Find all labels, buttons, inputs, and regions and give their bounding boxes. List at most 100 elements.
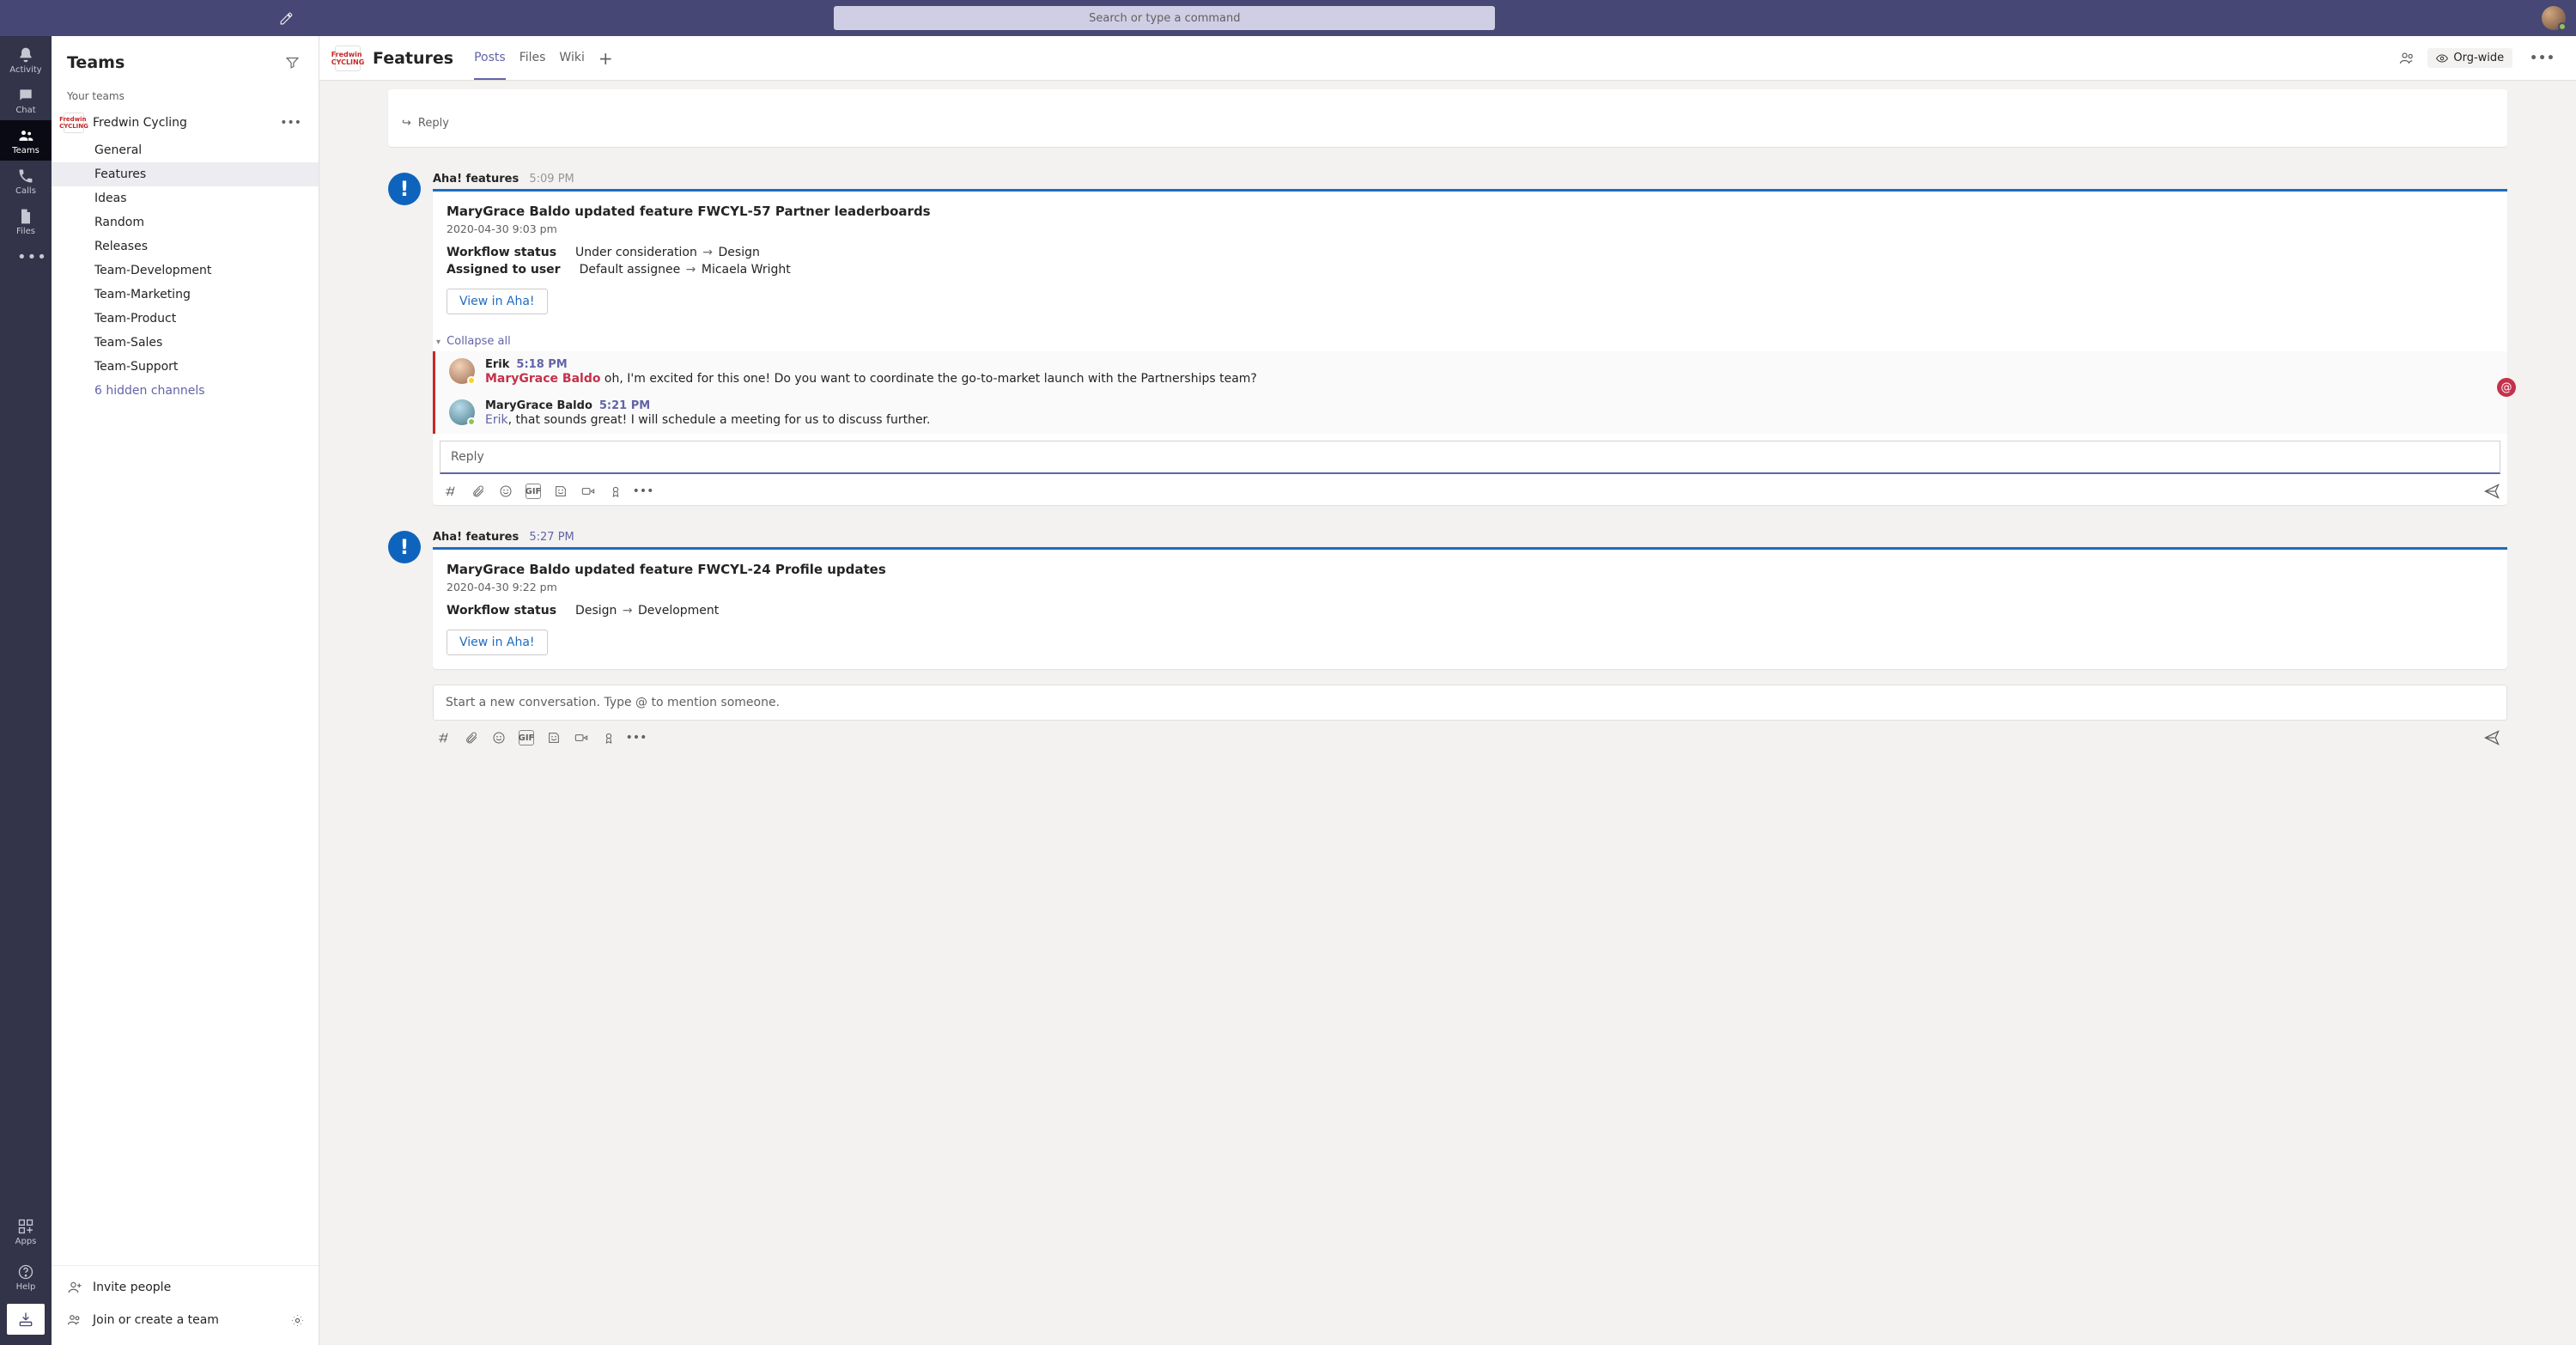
tab-files[interactable]: Files (519, 36, 546, 80)
channel-team-support[interactable]: Team-Support (52, 355, 319, 379)
reply-label: Reply (418, 117, 449, 130)
apps-icon (17, 1218, 34, 1235)
more-compose-icon[interactable]: ••• (629, 730, 644, 746)
format-icon[interactable] (436, 730, 452, 746)
aha-title: MaryGrace Baldo updated feature FWCYL-57… (447, 204, 2494, 219)
file-icon (17, 208, 34, 225)
channel-title: Features (373, 49, 453, 68)
sticker-icon[interactable] (553, 484, 568, 499)
tab-wiki[interactable]: Wiki (559, 36, 584, 80)
titlebar: Search or type a command (0, 0, 2576, 36)
teams-sidebar: Teams Your teams FredwinCYCLING Fredwin … (52, 36, 319, 1345)
team-row-fredwin[interactable]: FredwinCYCLING Fredwin Cycling ••• (52, 107, 319, 138)
teams-icon (17, 127, 34, 144)
caret-down-icon: ▾ (436, 338, 440, 347)
mention-badge[interactable]: @ (2497, 378, 2516, 397)
content-area: FredwinCYCLING Features Posts Files Wiki… (319, 36, 2576, 1345)
praise-icon[interactable] (608, 484, 623, 499)
avatar-marygrace[interactable] (449, 399, 475, 425)
rail-calls[interactable]: Calls (0, 161, 52, 201)
sidebar-title: Teams (67, 53, 282, 72)
me-avatar[interactable] (2542, 6, 2566, 30)
rail-files[interactable]: Files (0, 201, 52, 241)
new-conversation-input[interactable]: Start a new conversation. Type @ to ment… (433, 685, 2507, 721)
channel-features[interactable]: Features (52, 162, 319, 186)
download-desktop-button[interactable] (7, 1304, 45, 1335)
channel-random[interactable]: Random (52, 210, 319, 234)
channel-more-icon[interactable]: ••• (2524, 48, 2561, 69)
meet-now-icon[interactable] (574, 730, 589, 746)
team-more-icon[interactable]: ••• (275, 114, 307, 131)
more-icon: ••• (17, 248, 34, 265)
post-time[interactable]: 5:27 PM (529, 531, 574, 544)
filter-icon[interactable] (282, 52, 303, 73)
new-message-icon[interactable] (272, 4, 301, 33)
reply-time: 5:21 PM (599, 399, 650, 412)
send-icon[interactable] (2483, 729, 2500, 746)
channel-team-product[interactable]: Team-Product (52, 307, 319, 331)
rail-label: Calls (15, 186, 36, 196)
praise-icon[interactable] (601, 730, 617, 746)
help-icon (17, 1263, 34, 1281)
emoji-icon[interactable] (491, 730, 507, 746)
post-author: Aha! features (433, 173, 519, 186)
your-teams-label: Your teams (52, 82, 319, 107)
channel-general[interactable]: General (52, 138, 319, 162)
collapse-all-button[interactable]: ▾ Collapse all (433, 328, 2507, 351)
reply-message-2: MaryGrace Baldo5:21 PM Erik, that sounds… (435, 393, 2507, 434)
more-compose-icon[interactable]: ••• (635, 484, 651, 499)
mention[interactable]: Erik (485, 413, 508, 427)
rail-label: Help (16, 1282, 36, 1292)
rail-activity[interactable]: Activity (0, 40, 52, 80)
invite-people-button[interactable]: Invite people (52, 1271, 319, 1304)
rail-label: Chat (15, 106, 35, 115)
reply-button[interactable]: ↩ Reply (388, 108, 2507, 138)
format-icon[interactable] (443, 484, 459, 499)
join-create-team-button[interactable]: Join or create a team (52, 1304, 290, 1336)
gif-icon[interactable]: GIF (519, 730, 534, 746)
channel-team-sales[interactable]: Team-Sales (52, 331, 319, 355)
mention[interactable]: MaryGrace Baldo (485, 372, 600, 386)
view-in-aha-button[interactable]: View in Aha! (447, 289, 548, 314)
reply-message-1: Erik5:18 PM MaryGrace Baldo oh, I'm exci… (435, 351, 2507, 393)
search-input[interactable]: Search or type a command (834, 6, 1495, 30)
manage-teams-gear-icon[interactable] (290, 1313, 319, 1328)
sticker-icon[interactable] (546, 730, 562, 746)
team-members-icon[interactable] (2398, 50, 2415, 67)
meet-now-icon[interactable] (580, 484, 596, 499)
hidden-channels-link[interactable]: 6 hidden channels (52, 379, 319, 403)
reply-text: Erik, that sounds great! I will schedule… (485, 413, 930, 427)
channel-header: FredwinCYCLING Features Posts Files Wiki… (319, 36, 2576, 81)
avatar-erik[interactable] (449, 358, 475, 384)
gif-icon[interactable]: GIF (526, 484, 541, 499)
channel-team-development[interactable]: Team-Development (52, 259, 319, 283)
channel-releases[interactable]: Releases (52, 234, 319, 259)
aha-value: Under consideration → Design (575, 246, 760, 259)
reply-text: MaryGrace Baldo oh, I'm excited for this… (485, 372, 1257, 386)
tab-posts[interactable]: Posts (474, 36, 506, 80)
rail-apps[interactable]: Apps (0, 1209, 52, 1255)
send-icon[interactable] (2483, 483, 2500, 500)
view-in-aha-button[interactable]: View in Aha! (447, 630, 548, 655)
attach-icon[interactable] (471, 484, 486, 499)
channel-ideas[interactable]: Ideas (52, 186, 319, 210)
rail-teams[interactable]: Teams (0, 120, 52, 161)
invite-people-icon (67, 1280, 82, 1295)
rail-help[interactable]: Help (0, 1255, 52, 1300)
org-scope-pill[interactable]: Org-wide (2427, 48, 2512, 68)
aha-bot-avatar: ! (388, 531, 421, 563)
aha-datetime: 2020-04-30 9:22 pm (447, 581, 2494, 593)
attach-icon[interactable] (464, 730, 479, 746)
reply-arrow-icon: ↩ (402, 117, 411, 130)
eye-icon (2436, 52, 2448, 64)
aha-key: Assigned to user (447, 263, 561, 277)
emoji-icon[interactable] (498, 484, 513, 499)
add-tab-button[interactable]: + (598, 48, 613, 69)
rail-chat[interactable]: Chat (0, 80, 52, 120)
rail-label: Activity (9, 65, 41, 75)
reply-input[interactable]: Reply (440, 441, 2500, 474)
channel-team-marketing[interactable]: Team-Marketing (52, 283, 319, 307)
rail-label: Teams (12, 146, 39, 155)
reply-time: 5:18 PM (516, 358, 567, 371)
rail-more[interactable]: ••• (0, 241, 52, 272)
